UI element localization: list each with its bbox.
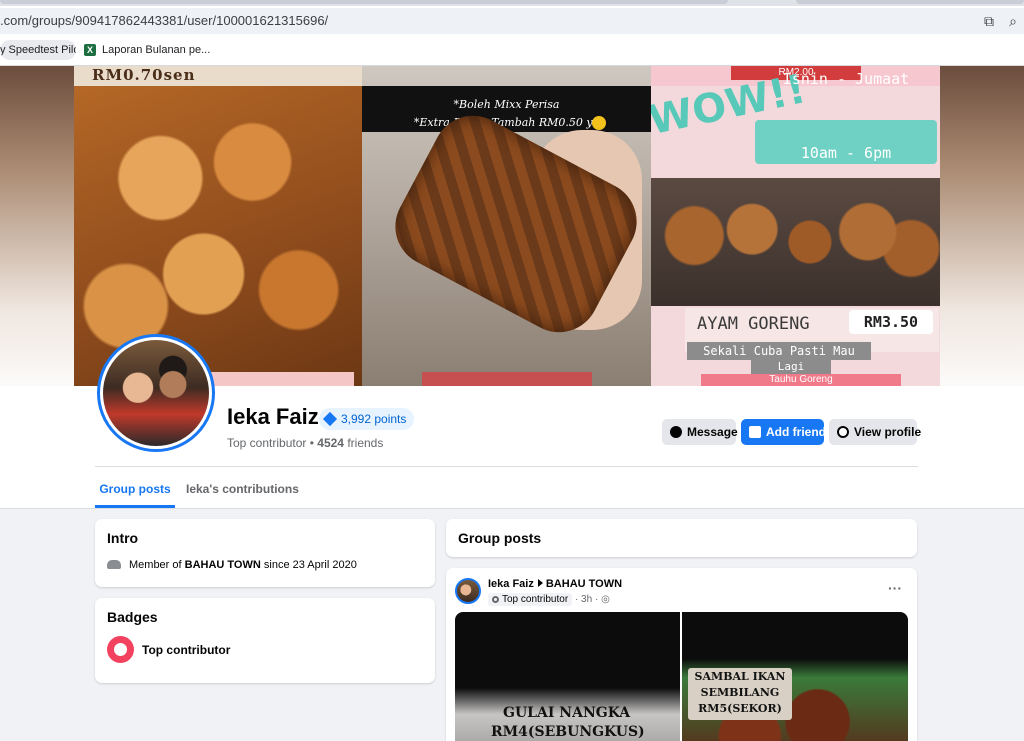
post-badge[interactable]: Top contributor — [488, 593, 573, 606]
bookmark-laporan[interactable]: X Laporan Bulanan pe... — [84, 40, 210, 60]
globe-icon: ◎ — [601, 594, 610, 605]
post-time[interactable]: · 3h · — [575, 594, 598, 605]
wow-text: WOW!! — [651, 66, 810, 145]
tab-contributions[interactable]: Ieka's contributions — [186, 476, 299, 508]
avatar-photo — [103, 340, 209, 446]
sambal-line-1: SAMBAL IKAN — [694, 670, 786, 683]
post-author-avatar[interactable] — [455, 578, 481, 604]
cover-panel-ayam-goreng: RM2.00 WOW!! Isnin - Jumaat 10am - 6pm A… — [651, 66, 940, 386]
post-author-line: Ieka Faiz BAHAU TOWN — [488, 578, 622, 590]
group-posts-header-card: Group posts — [446, 519, 917, 557]
intro-title: Intro — [107, 530, 139, 546]
post-meta: Top contributor · 3h · ◎ — [488, 593, 610, 606]
post-card: Ieka Faiz BAHAU TOWN Top contributor · 3h… — [446, 568, 917, 741]
cover-panel-fried-chicken: RM0.70sen — [74, 66, 362, 386]
chicken-tray — [651, 178, 940, 306]
group-link[interactable]: BAHAU TOWN — [185, 559, 261, 571]
address-bar[interactable]: .com/groups/909417862443381/user/1000016… — [0, 8, 1024, 34]
cover-price-left: RM0.70sen — [92, 66, 196, 84]
member-prefix: Member of — [129, 559, 182, 571]
header-divider — [95, 466, 918, 467]
post-image-gulai[interactable]: GULAI NANGKA RM4(SEBUNGKUS) — [455, 612, 680, 741]
tagline-line-3: Tauhu Goreng — [701, 374, 901, 386]
messenger-icon — [670, 426, 682, 438]
browser-tab[interactable] — [796, 0, 1024, 4]
browser-toolbar: .com/groups/909417862443381/user/1000016… — [0, 0, 1024, 66]
friends-label[interactable]: friends — [347, 436, 383, 450]
zoom-icon[interactable]: ⌕ — [1004, 12, 1022, 30]
bookmark-label: Laporan Bulanan pe... — [102, 44, 211, 56]
sambal-line-2: SEMBILANG — [700, 686, 780, 699]
profile-avatar[interactable] — [97, 334, 215, 452]
friends-count[interactable]: 4524 — [317, 436, 344, 450]
tagline-line-2: Lagi — [751, 360, 831, 374]
post-image-sambal[interactable]: SAMBAL IKAN SEMBILANG RM5(SEKOR) — [682, 612, 908, 741]
cover-panel-waffle: *Boleh Mixx Perisa *Extra Perisa Tambah … — [362, 66, 651, 386]
group-posts-title: Group posts — [458, 530, 542, 546]
view-profile-button-label: View profile — [854, 425, 922, 439]
membership-line: Member of BAHAU TOWN since 23 April 2020 — [107, 559, 357, 571]
url-text[interactable]: .com/groups/909417862443381/user/1000016… — [0, 13, 328, 28]
browser-tab[interactable] — [0, 0, 728, 4]
points-badge[interactable]: 3,992 points — [319, 408, 415, 430]
ayam-goreng-price: RM3.50 — [849, 310, 933, 334]
excel-icon: X — [84, 44, 96, 56]
arrow-right-icon — [537, 579, 543, 587]
separator-dot: • — [309, 436, 314, 450]
points-diamond-icon — [322, 411, 338, 427]
profile-icon — [837, 426, 849, 438]
profile-name: Ieka Faiz — [227, 404, 319, 429]
ayam-goreng-label: AYAM GORENG — [697, 314, 810, 334]
message-button[interactable]: Message — [662, 419, 738, 445]
add-person-icon — [749, 426, 761, 438]
badges-title: Badges — [107, 609, 158, 625]
post-group-name[interactable]: BAHAU TOWN — [546, 578, 622, 590]
badges-card: Badges Top contributor — [95, 598, 435, 683]
view-profile-button[interactable]: View profile — [829, 419, 921, 445]
profile-role: Top contributor — [227, 436, 307, 450]
tagline-line-1: Sekali Cuba Pasti Mau — [687, 342, 871, 360]
cover-caption-line-2: *Extra Perisa Tambah RM0.50 ye — [413, 116, 600, 129]
add-friend-button-label: Add friend — [766, 425, 826, 439]
sambal-line-3: RM5(SEKOR) — [698, 702, 782, 715]
message-button-label: Message — [687, 425, 738, 439]
gulai-label: GULAI NANGKA — [503, 705, 631, 721]
profile-subtitle: Top contributor • 4524 friends — [227, 436, 383, 450]
badge-label: Top contributor — [142, 643, 231, 657]
cover-caption-line-1: *Boleh Mixx Perisa — [453, 98, 560, 111]
hours-days: Isnin - Jumaat — [782, 70, 910, 88]
tab-strip — [0, 0, 1024, 6]
cover-photo[interactable]: RM0.70sen *Boleh Mixx Perisa *Extra Peri… — [74, 66, 940, 386]
tab-group-posts[interactable]: Group posts — [95, 476, 175, 508]
add-friend-button[interactable]: Add friend — [741, 419, 826, 445]
install-app-icon[interactable]: ⧉ — [980, 12, 998, 30]
gulai-price: RM4(SEBUNGKUS) — [491, 724, 645, 740]
intro-card: Intro Member of BAHAU TOWN since 23 Apri… — [95, 519, 435, 587]
points-label: 3,992 points — [341, 412, 407, 426]
group-members-icon — [107, 560, 121, 569]
member-since: since 23 April 2020 — [263, 559, 357, 571]
post-badge-label: Top contributor — [502, 594, 569, 605]
post-options-button[interactable]: ··· — [888, 580, 902, 596]
badge-pin-icon — [492, 596, 499, 603]
top-contributor-badge-icon — [107, 636, 134, 663]
smile-emoji-icon — [592, 116, 606, 130]
post-author-name[interactable]: Ieka Faiz — [488, 578, 534, 590]
bookmarks-bar: y Speedtest Pilo... X Laporan Bulanan pe… — [0, 38, 1024, 62]
cover-strip — [422, 372, 592, 386]
bookmark-speedtest[interactable]: y Speedtest Pilo... — [0, 40, 76, 60]
hours-time: 10am - 6pm — [800, 144, 892, 162]
